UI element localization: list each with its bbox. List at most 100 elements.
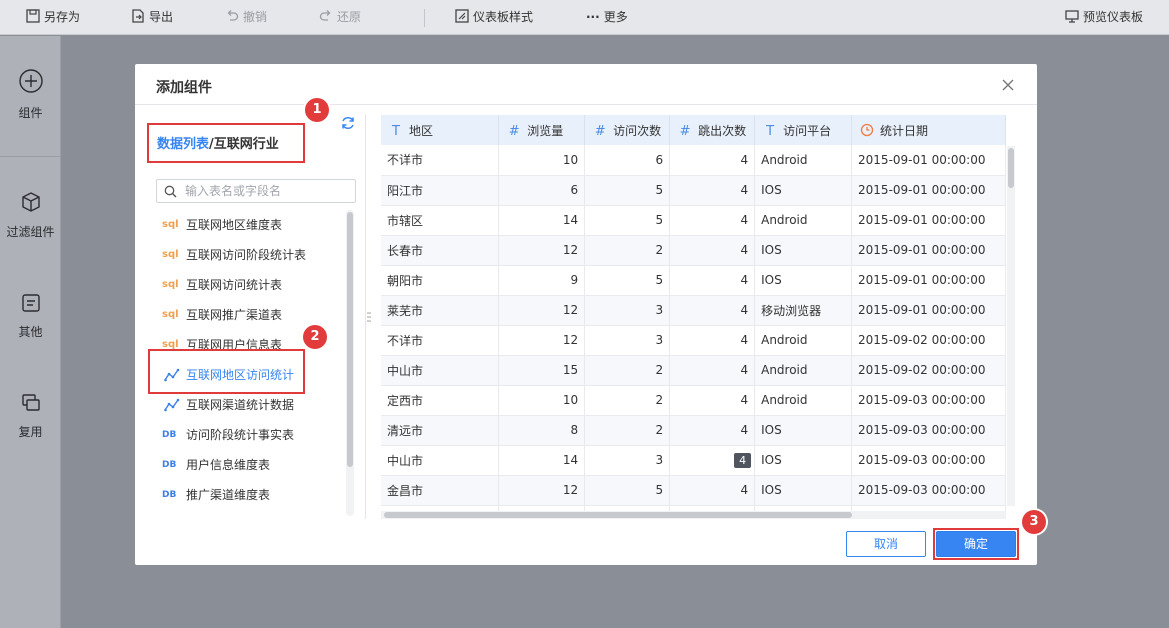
table-horizontal-scrollbar[interactable] (381, 511, 1006, 519)
table-cell[interactable]: 2 (584, 415, 671, 446)
table-cell[interactable]: 中山市 (381, 445, 500, 476)
table-cell[interactable]: 2015-09-03 00:00:00 (851, 415, 1006, 446)
table-cell[interactable]: 3 (584, 445, 671, 476)
table-cell[interactable]: 2015-09-01 00:00:00 (851, 145, 1006, 176)
scrollbar-thumb[interactable] (347, 212, 353, 467)
table-cell[interactable]: 4 (669, 235, 756, 266)
table-cell[interactable]: 莱芜市 (381, 295, 500, 326)
table-cell[interactable]: 8 (498, 415, 586, 446)
list-item[interactable]: 互联网渠道统计数据 (156, 390, 346, 420)
list-item[interactable]: DB 推广渠道维度表 (156, 480, 346, 510)
column-header[interactable]: T 访问平台 (754, 115, 853, 145)
search-input[interactable] (185, 183, 350, 199)
column-header[interactable]: # 浏览量 (498, 115, 586, 145)
table-cell[interactable]: 4 (669, 175, 756, 206)
table-cell[interactable]: 不详市 (381, 325, 500, 356)
undo-button[interactable]: 撤销 (225, 0, 267, 35)
table-cell[interactable]: Android (754, 205, 853, 236)
table-cell[interactable]: IOS (754, 415, 853, 446)
table-cell[interactable]: 15 (498, 355, 586, 386)
close-icon[interactable] (999, 76, 1017, 94)
table-cell[interactable]: 2015-09-01 00:00:00 (851, 265, 1006, 296)
table-cell[interactable]: 14 (498, 445, 586, 476)
sidebar-item-components[interactable]: 组件 (0, 68, 61, 121)
table-cell[interactable]: 4 (669, 205, 756, 236)
table-cell[interactable]: 3 (584, 325, 671, 356)
table-cell[interactable]: 朝阳市 (381, 265, 500, 296)
list-item[interactable]: DB 访问阶段统计事实表 (156, 420, 346, 450)
table-cell[interactable]: 4 (669, 265, 756, 296)
list-item[interactable]: sql 互联网访问阶段统计表 (156, 240, 346, 270)
table-cell[interactable]: 金昌市 (381, 475, 500, 506)
table-cell[interactable]: 2015-09-03 00:00:00 (851, 475, 1006, 506)
table-cell[interactable]: 5 (584, 265, 671, 296)
table-cell[interactable]: 4 (669, 145, 756, 176)
table-cell[interactable]: 2 (584, 385, 671, 416)
table-cell[interactable]: 9 (498, 265, 586, 296)
sidebar-item-filter[interactable]: 过滤组件 (0, 191, 61, 240)
table-cell[interactable]: 长春市 (381, 235, 500, 266)
table-cell[interactable]: 中山市 (381, 355, 500, 386)
table-cell[interactable]: Android (754, 145, 853, 176)
table-cell[interactable]: IOS (754, 475, 853, 506)
table-cell[interactable]: 4 (669, 415, 756, 446)
preview-dashboard-button[interactable]: 预览仪表板 (1065, 0, 1143, 35)
table-cell[interactable]: 2015-09-03 00:00:00 (851, 445, 1006, 476)
table-cell[interactable]: 5 (584, 205, 671, 236)
export-button[interactable]: 导出 (131, 0, 173, 35)
table-cell[interactable]: 12 (498, 475, 586, 506)
table-cell[interactable]: 2015-09-03 00:00:00 (851, 385, 1006, 416)
table-cell[interactable]: 4 (669, 355, 756, 386)
table-cell[interactable]: 12 (498, 295, 586, 326)
table-cell[interactable]: 不详市 (381, 145, 500, 176)
scrollbar-thumb[interactable] (384, 512, 852, 518)
table-cell[interactable]: 4 (669, 445, 756, 476)
more-button[interactable]: ··· 更多 (586, 0, 628, 35)
table-cell[interactable]: 2 (584, 355, 671, 386)
refresh-icon[interactable] (340, 115, 356, 131)
table-cell[interactable]: 10 (498, 145, 586, 176)
save-as-button[interactable]: 另存为 (26, 0, 80, 35)
table-cell[interactable]: 4 (669, 475, 756, 506)
column-header[interactable]: # 跳出次数 (669, 115, 756, 145)
table-cell[interactable]: 4 (669, 325, 756, 356)
table-cell[interactable]: 定西市 (381, 385, 500, 416)
table-cell[interactable]: 2015-09-02 00:00:00 (851, 355, 1006, 386)
resize-grip-icon[interactable] (367, 311, 371, 325)
table-cell[interactable]: IOS (754, 235, 853, 266)
breadcrumb-link-data-list[interactable]: 数据列表 (157, 137, 209, 152)
table-cell[interactable]: 14 (498, 205, 586, 236)
list-item[interactable]: sql 互联网地区维度表 (156, 210, 346, 240)
table-cell[interactable]: 5 (584, 175, 671, 206)
sidebar-item-reuse[interactable]: 复用 (0, 393, 61, 440)
redo-button[interactable]: 还原 (319, 0, 361, 35)
table-cell[interactable]: 2015-09-02 00:00:00 (851, 325, 1006, 356)
table-cell[interactable]: Android (754, 325, 853, 356)
table-cell[interactable]: 2015-09-01 00:00:00 (851, 295, 1006, 326)
table-cell[interactable]: 4 (669, 385, 756, 416)
table-cell[interactable]: 4 (669, 295, 756, 326)
table-cell[interactable]: 6 (584, 145, 671, 176)
table-cell[interactable]: Android (754, 385, 853, 416)
table-vertical-scrollbar[interactable] (1007, 146, 1015, 506)
column-header[interactable]: 统计日期 (851, 115, 1006, 145)
table-cell[interactable]: Android (754, 355, 853, 386)
dashboard-style-button[interactable]: 仪表板样式 (455, 0, 533, 35)
table-list-scrollbar[interactable] (346, 210, 354, 516)
table-cell[interactable]: 6 (498, 175, 586, 206)
table-cell[interactable]: 移动浏览器 (754, 295, 853, 326)
column-header[interactable]: # 访问次数 (584, 115, 671, 145)
table-cell[interactable]: 2015-09-01 00:00:00 (851, 235, 1006, 266)
cancel-button[interactable]: 取消 (846, 531, 926, 557)
column-header[interactable]: T 地区 (381, 115, 500, 145)
table-cell[interactable]: 3 (584, 295, 671, 326)
table-cell[interactable]: 2015-09-01 00:00:00 (851, 175, 1006, 206)
table-cell[interactable]: IOS (754, 175, 853, 206)
table-cell[interactable]: IOS (754, 265, 853, 296)
table-cell[interactable]: 阳江市 (381, 175, 500, 206)
table-cell[interactable]: 12 (498, 325, 586, 356)
table-cell[interactable]: 10 (498, 385, 586, 416)
table-cell[interactable]: 市辖区 (381, 205, 500, 236)
table-cell[interactable]: 2015-09-01 00:00:00 (851, 205, 1006, 236)
table-cell[interactable]: 清远市 (381, 415, 500, 446)
